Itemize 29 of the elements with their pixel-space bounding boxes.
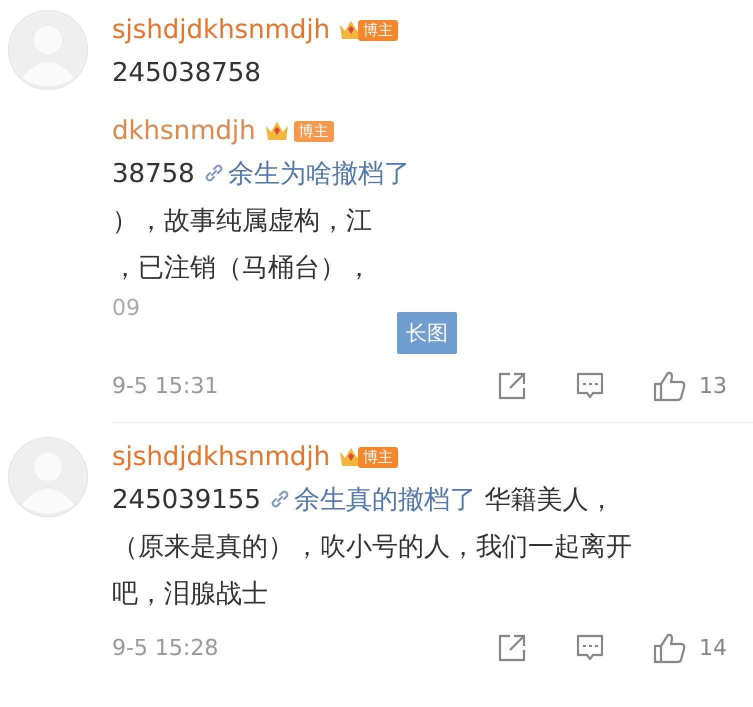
username[interactable]: sjshdjdkhsnmdjh bbox=[112, 15, 330, 45]
timestamp: 09 bbox=[112, 296, 141, 321]
comment-icon bbox=[575, 633, 605, 663]
topic-link[interactable]: 余生为啥撤档了 bbox=[202, 159, 410, 189]
share-button[interactable] bbox=[497, 371, 527, 401]
username[interactable]: sjshdjdkhsnmdjh bbox=[112, 442, 330, 472]
like-button[interactable]: 14 bbox=[653, 632, 727, 664]
link-icon bbox=[269, 488, 292, 510]
comment-text: 245039155 余生真的撤档了 华籍美人， （原来是真的），吹小号的人，我们一起离开 吧，泪腺战士 bbox=[112, 484, 633, 611]
topic-link[interactable]: 余生真的撤档了 bbox=[269, 485, 476, 515]
share-icon bbox=[497, 371, 527, 401]
comment-button[interactable] bbox=[575, 371, 605, 401]
comment-text: 245038758 bbox=[112, 57, 262, 90]
like-button[interactable]: 13 bbox=[653, 370, 727, 402]
timestamp: 9-5 15:31 bbox=[112, 374, 220, 398]
blogger-tag: 博主 bbox=[294, 120, 334, 142]
share-icon bbox=[497, 633, 527, 663]
share-button[interactable] bbox=[497, 633, 527, 663]
blogger-tag: 博主 bbox=[358, 20, 398, 40]
blogger-tag: 博主 bbox=[358, 446, 398, 468]
comment-icon bbox=[575, 371, 605, 401]
timestamp: 9-5 15:28 bbox=[112, 636, 220, 660]
comment-text: 38758 余生为啥撤档了 ），故事纯属虚构，江 ，已注销（马桶台）， bbox=[112, 158, 411, 285]
thumbs-up-icon bbox=[653, 632, 687, 664]
link-icon bbox=[202, 162, 225, 184]
thumbs-up-icon bbox=[653, 370, 687, 402]
username: dkhsnmdjh bbox=[112, 116, 256, 146]
long-image-tag: 长图 bbox=[397, 312, 457, 354]
comment-button[interactable] bbox=[575, 633, 605, 663]
